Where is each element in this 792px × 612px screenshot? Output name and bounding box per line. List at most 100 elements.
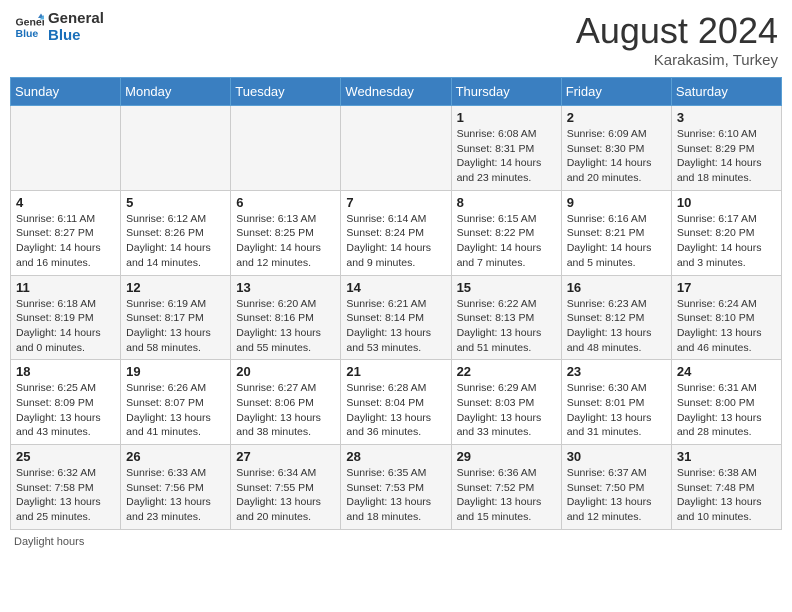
logo-line1: General: [48, 10, 104, 27]
day-cell: 21Sunrise: 6:28 AM Sunset: 8:04 PM Dayli…: [341, 360, 451, 445]
day-info: Sunrise: 6:23 AM Sunset: 8:12 PM Dayligh…: [567, 297, 666, 356]
logo-line2: Blue: [48, 27, 104, 44]
day-number: 29: [457, 449, 556, 464]
day-info: Sunrise: 6:14 AM Sunset: 8:24 PM Dayligh…: [346, 212, 445, 271]
day-cell: 22 Sunrise: 6:29 AM Sunset: 8:03 PM Dayli…: [451, 360, 561, 445]
day-number: 13: [236, 280, 335, 295]
day-number: 20: [236, 364, 335, 379]
day-number: 10: [677, 195, 776, 210]
day-cell: 7 Sunrise: 6:14 AM Sunset: 8:24 PM Daylig…: [341, 190, 451, 275]
day-cell: 12 Sunrise: 6:19 AM Sunset: 8:17 PM Dayli…: [121, 275, 231, 360]
day-info: Sunrise: 6:17 AM Sunset: 8:20 PM Dayligh…: [677, 212, 776, 271]
day-info: Sunrise: 6:36 AM Sunset: 7:52 PM Dayligh…: [457, 466, 556, 525]
day-number: 24: [677, 364, 776, 379]
day-header-thursday: Thursday: [451, 78, 561, 106]
day-cell: 24Sunrise: 6:31 AM Sunset: 8:00 PM Dayli…: [671, 360, 781, 445]
day-cell: 26 Sunrise: 6:33 AM Sunset: 7:56 PM Dayli…: [121, 445, 231, 530]
day-info: Sunrise: 6:08 AM Sunset: 8:31 PM Dayligh…: [457, 127, 556, 186]
month-year-title: August 2024: [576, 10, 778, 52]
day-info: Sunrise: 6:12 AM Sunset: 8:26 PM Dayligh…: [126, 212, 225, 271]
day-info: Sunrise: 6:29 AM Sunset: 8:03 PM Dayligh…: [457, 381, 556, 440]
day-cell: [121, 106, 231, 191]
day-header-monday: Monday: [121, 78, 231, 106]
day-info: Sunrise: 6:11 AM Sunset: 8:27 PM Dayligh…: [16, 212, 115, 271]
day-cell: 13 Sunrise: 6:20 AM Sunset: 8:16 PM Dayli…: [231, 275, 341, 360]
day-cell: 28 Sunrise: 6:35 AM Sunset: 7:53 PM Dayli…: [341, 445, 451, 530]
day-info: Sunrise: 6:19 AM Sunset: 8:17 PM Dayligh…: [126, 297, 225, 356]
days-header-row: SundayMondayTuesdayWednesdayThursdayFrid…: [11, 78, 782, 106]
day-number: 23: [567, 364, 666, 379]
day-number: 21: [346, 364, 445, 379]
day-info: Sunrise: 6:10 AM Sunset: 8:29 PM Dayligh…: [677, 127, 776, 186]
day-number: 14: [346, 280, 445, 295]
day-cell: 31Sunrise: 6:38 AM Sunset: 7:48 PM Dayli…: [671, 445, 781, 530]
day-info: Sunrise: 6:13 AM Sunset: 8:25 PM Dayligh…: [236, 212, 335, 271]
day-info: Sunrise: 6:18 AM Sunset: 8:19 PM Dayligh…: [16, 297, 115, 356]
day-number: 16: [567, 280, 666, 295]
day-number: 5: [126, 195, 225, 210]
day-cell: 4 Sunrise: 6:11 AM Sunset: 8:27 PM Daylig…: [11, 190, 121, 275]
day-number: 18: [16, 364, 115, 379]
day-number: 7: [346, 195, 445, 210]
day-info: Sunrise: 6:15 AM Sunset: 8:22 PM Dayligh…: [457, 212, 556, 271]
calendar-table: SundayMondayTuesdayWednesdayThursdayFrid…: [10, 77, 782, 530]
day-number: 4: [16, 195, 115, 210]
day-cell: 6 Sunrise: 6:13 AM Sunset: 8:25 PM Daylig…: [231, 190, 341, 275]
day-info: Sunrise: 6:26 AM Sunset: 8:07 PM Dayligh…: [126, 381, 225, 440]
week-row-3: 11Sunrise: 6:18 AM Sunset: 8:19 PM Dayli…: [11, 275, 782, 360]
day-info: Sunrise: 6:20 AM Sunset: 8:16 PM Dayligh…: [236, 297, 335, 356]
week-row-4: 18 Sunrise: 6:25 AM Sunset: 8:09 PM Dayli…: [11, 360, 782, 445]
day-number: 1: [457, 110, 556, 125]
day-number: 2: [567, 110, 666, 125]
calendar-body: 1 Sunrise: 6:08 AM Sunset: 8:31 PM Daylig…: [11, 106, 782, 530]
day-number: 22: [457, 364, 556, 379]
svg-text:General: General: [16, 17, 45, 29]
logo-icon: General Blue: [14, 12, 44, 42]
week-row-5: 25Sunrise: 6:32 AM Sunset: 7:58 PM Dayli…: [11, 445, 782, 530]
title-block: August 2024 Karakasim, Turkey: [576, 10, 778, 69]
day-cell: [231, 106, 341, 191]
day-info: Sunrise: 6:25 AM Sunset: 8:09 PM Dayligh…: [16, 381, 115, 440]
day-number: 26: [126, 449, 225, 464]
day-number: 8: [457, 195, 556, 210]
day-header-wednesday: Wednesday: [341, 78, 451, 106]
day-number: 12: [126, 280, 225, 295]
day-cell: 25Sunrise: 6:32 AM Sunset: 7:58 PM Dayli…: [11, 445, 121, 530]
page-header: General Blue General Blue August 2024 Ka…: [10, 10, 782, 69]
week-row-2: 4 Sunrise: 6:11 AM Sunset: 8:27 PM Daylig…: [11, 190, 782, 275]
day-info: Sunrise: 6:30 AM Sunset: 8:01 PM Dayligh…: [567, 381, 666, 440]
day-number: 19: [126, 364, 225, 379]
day-info: Sunrise: 6:38 AM Sunset: 7:48 PM Dayligh…: [677, 466, 776, 525]
day-number: 9: [567, 195, 666, 210]
day-info: Sunrise: 6:35 AM Sunset: 7:53 PM Dayligh…: [346, 466, 445, 525]
day-info: Sunrise: 6:34 AM Sunset: 7:55 PM Dayligh…: [236, 466, 335, 525]
day-header-tuesday: Tuesday: [231, 78, 341, 106]
day-cell: 23 Sunrise: 6:30 AM Sunset: 8:01 PM Dayli…: [561, 360, 671, 445]
day-info: Sunrise: 6:27 AM Sunset: 8:06 PM Dayligh…: [236, 381, 335, 440]
day-cell: 30Sunrise: 6:37 AM Sunset: 7:50 PM Dayli…: [561, 445, 671, 530]
day-cell: 27 Sunrise: 6:34 AM Sunset: 7:55 PM Dayli…: [231, 445, 341, 530]
day-cell: 11Sunrise: 6:18 AM Sunset: 8:19 PM Dayli…: [11, 275, 121, 360]
footer-text: Daylight hours: [14, 536, 84, 548]
day-cell: 19 Sunrise: 6:26 AM Sunset: 8:07 PM Dayli…: [121, 360, 231, 445]
day-header-saturday: Saturday: [671, 78, 781, 106]
day-number: 15: [457, 280, 556, 295]
day-info: Sunrise: 6:16 AM Sunset: 8:21 PM Dayligh…: [567, 212, 666, 271]
day-number: 6: [236, 195, 335, 210]
day-number: 3: [677, 110, 776, 125]
day-info: Sunrise: 6:33 AM Sunset: 7:56 PM Dayligh…: [126, 466, 225, 525]
day-cell: 10 Sunrise: 6:17 AM Sunset: 8:20 PM Dayli…: [671, 190, 781, 275]
day-cell: 16 Sunrise: 6:23 AM Sunset: 8:12 PM Dayli…: [561, 275, 671, 360]
day-number: 28: [346, 449, 445, 464]
footer: Daylight hours: [10, 536, 782, 548]
day-cell: 17Sunrise: 6:24 AM Sunset: 8:10 PM Dayli…: [671, 275, 781, 360]
week-row-1: 1 Sunrise: 6:08 AM Sunset: 8:31 PM Daylig…: [11, 106, 782, 191]
day-number: 30: [567, 449, 666, 464]
day-number: 27: [236, 449, 335, 464]
day-cell: 1 Sunrise: 6:08 AM Sunset: 8:31 PM Daylig…: [451, 106, 561, 191]
day-cell: 15Sunrise: 6:22 AM Sunset: 8:13 PM Dayli…: [451, 275, 561, 360]
day-header-sunday: Sunday: [11, 78, 121, 106]
day-cell: 5 Sunrise: 6:12 AM Sunset: 8:26 PM Daylig…: [121, 190, 231, 275]
day-cell: 8 Sunrise: 6:15 AM Sunset: 8:22 PM Daylig…: [451, 190, 561, 275]
location-subtitle: Karakasim, Turkey: [576, 52, 778, 69]
